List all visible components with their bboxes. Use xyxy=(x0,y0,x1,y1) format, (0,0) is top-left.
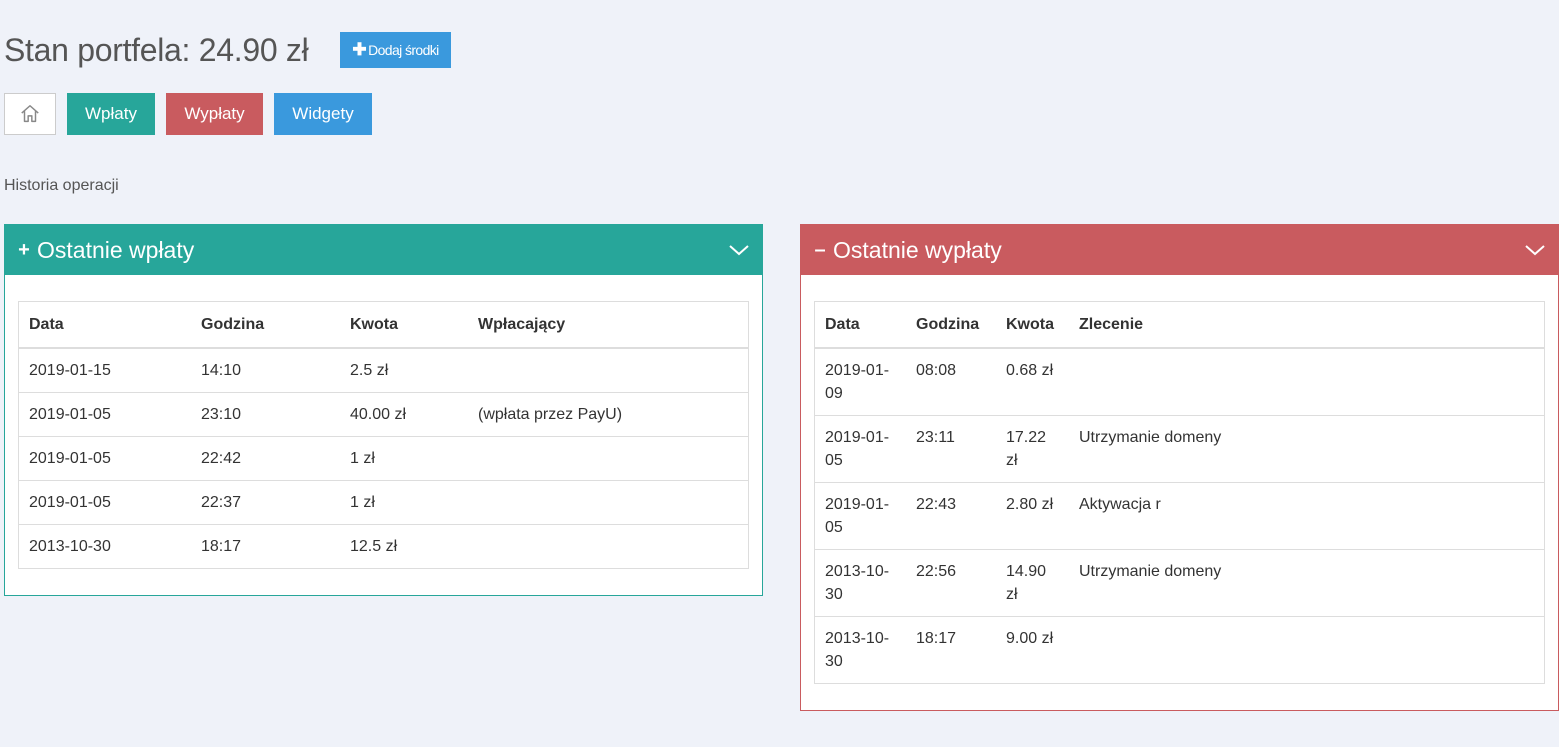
column-header: Kwota xyxy=(340,302,468,349)
table-row: 2013-10-30 18:17 9.00 zł xyxy=(815,615,1544,683)
cell-amount: 1 zł xyxy=(340,479,468,524)
cell-time: 22:43 xyxy=(906,481,996,549)
add-funds-button[interactable]: ✚ Dodaj środki xyxy=(340,32,451,68)
cell-date: 2019-01-05 xyxy=(19,479,191,524)
cell-time: 08:08 xyxy=(916,362,957,379)
home-icon xyxy=(21,105,39,123)
cell-time: 18:17 xyxy=(906,615,996,683)
withdrawals-panel-header[interactable]: – Ostatnie wypłaty xyxy=(801,225,1558,275)
cell-date: 2013-10-30 xyxy=(815,548,906,616)
cell-payer xyxy=(468,523,748,568)
table-row: 2019-01-05 22:37 1 zł xyxy=(19,479,748,524)
home-button[interactable] xyxy=(4,93,56,135)
deposits-panel-header[interactable]: + Ostatnie wpłaty xyxy=(5,225,762,275)
cell-date: 2019-01-05 xyxy=(815,481,906,549)
cell-order: Utrzymanie domeny xyxy=(1069,548,1544,616)
cell-time: 22:37 xyxy=(191,479,340,524)
deposits-panel: + Ostatnie wpłaty Data Godzina Kwota Wpł… xyxy=(4,224,763,596)
column-header: Godzina xyxy=(191,302,340,349)
table-row: 2019-01-09 08:08 0.68 zł xyxy=(815,348,1544,415)
cell-amount: 12.5 zł xyxy=(340,523,468,568)
table-row: 2019-01-15 14:10 2.5 zł xyxy=(19,348,748,392)
cell-payer xyxy=(468,435,748,480)
withdrawals-panel-title: Ostatnie wypłaty xyxy=(833,236,1002,263)
table-header-row: Data Godzina Kwota Wpłacający xyxy=(19,302,748,349)
cell-amount: 2.5 zł xyxy=(350,362,389,379)
cell-date: 2019-01-15 xyxy=(29,362,111,379)
column-header: Godzina xyxy=(906,302,996,349)
cell-date: 2019-01-05 xyxy=(19,435,191,480)
cell-amount: 0.68 zł xyxy=(1006,362,1054,379)
column-header: Data xyxy=(19,302,191,349)
cell-amount: 40.00 zł xyxy=(340,391,468,436)
withdrawals-table-wrap: Data Godzina Kwota Zlecenie 2019-01-09 0… xyxy=(814,301,1545,684)
cell-order: Utrzymanie domeny xyxy=(1069,414,1544,482)
table-row: 2019-01-05 22:43 2.80 zł Aktywacja r xyxy=(815,481,1544,549)
table-row: 2019-01-05 23:10 40.00 zł (wpłata przez … xyxy=(19,391,748,436)
cell-amount: 17.22 zł xyxy=(996,414,1069,482)
cell-time: 22:56 xyxy=(906,548,996,616)
cell-order: Aktywacja r xyxy=(1069,481,1544,549)
deposits-button[interactable]: Wpłaty xyxy=(67,93,155,135)
cell-amount: 2.80 zł xyxy=(996,481,1069,549)
plus-icon: + xyxy=(18,238,30,261)
deposits-table-wrap: Data Godzina Kwota Wpłacający 2019-01-15… xyxy=(18,301,749,569)
cell-time: 23:11 xyxy=(906,414,996,482)
header-row: Stan portfela: 24.90 zł ✚ Dodaj środki xyxy=(4,28,451,72)
cell-order xyxy=(1069,348,1544,415)
withdrawals-button[interactable]: Wypłaty xyxy=(166,93,263,135)
column-header: Zlecenie xyxy=(1069,302,1544,349)
history-label: Historia operacji xyxy=(4,177,119,194)
nav-row: Wpłaty Wypłaty Widgety xyxy=(4,93,383,135)
deposits-table: Data Godzina Kwota Wpłacający 2019-01-15… xyxy=(19,302,748,568)
cell-order xyxy=(1069,615,1544,683)
cell-payer: (wpłata przez PayU) xyxy=(468,391,748,436)
withdrawals-table: Data Godzina Kwota Zlecenie 2019-01-09 0… xyxy=(815,302,1544,683)
cell-date: 2013-10-30 xyxy=(19,523,191,568)
column-header: Kwota xyxy=(996,302,1069,349)
column-header: Data xyxy=(815,302,906,349)
cell-time: 22:42 xyxy=(191,435,340,480)
plus-icon: ✚ xyxy=(352,40,367,59)
column-header: Wpłacający xyxy=(468,302,748,349)
add-funds-label: Dodaj środki xyxy=(368,42,439,58)
table-header-row: Data Godzina Kwota Zlecenie xyxy=(815,302,1544,349)
table-row: 2013-10-30 22:56 14.90 zł Utrzymanie dom… xyxy=(815,548,1544,616)
cell-amount: 14.90 zł xyxy=(996,548,1069,616)
cell-date: 2019-01-05 xyxy=(19,391,191,436)
wallet-page: Stan portfela: 24.90 zł ✚ Dodaj środki W… xyxy=(0,0,1559,747)
cell-time: 14:10 xyxy=(201,362,242,379)
table-row: 2019-01-05 23:11 17.22 zł Utrzymanie dom… xyxy=(815,414,1544,482)
cell-amount: 9.00 zł xyxy=(996,615,1069,683)
chevron-down-icon[interactable] xyxy=(1524,243,1546,257)
cell-time: 18:17 xyxy=(191,523,340,568)
page-title: Stan portfela: 24.90 zł xyxy=(4,31,309,68)
withdrawals-panel: – Ostatnie wypłaty Data Godzina Kwota Zl… xyxy=(800,224,1559,711)
cell-payer xyxy=(468,348,748,392)
table-row: 2013-10-30 18:17 12.5 zł xyxy=(19,523,748,568)
table-row: 2019-01-05 22:42 1 zł xyxy=(19,435,748,480)
cell-payer xyxy=(468,479,748,524)
cell-amount: 1 zł xyxy=(340,435,468,480)
deposits-panel-title: Ostatnie wpłaty xyxy=(37,236,195,263)
cell-date: 2013-10-30 xyxy=(815,615,906,683)
minus-icon: – xyxy=(814,238,826,261)
chevron-down-icon[interactable] xyxy=(728,243,750,257)
cell-time: 23:10 xyxy=(191,391,340,436)
widgets-button[interactable]: Widgety xyxy=(274,93,372,135)
cell-date: 2019-01-09 xyxy=(825,362,890,402)
cell-date: 2019-01-05 xyxy=(815,414,906,482)
